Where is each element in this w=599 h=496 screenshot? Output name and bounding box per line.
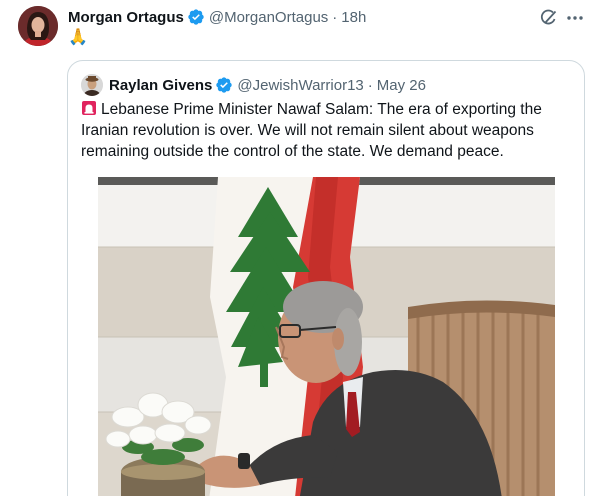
grok-icon[interactable] [539,8,559,28]
quoted-text-content: Lebanese Prime Minister Nawaf Salam: The… [81,101,542,160]
quoted-tweet-image[interactable] [98,177,555,496]
quoted-date[interactable]: May 26 [377,77,426,94]
quoted-author-avatar[interactable] [81,74,103,96]
quoted-tweet[interactable]: Raylan Givens @JewishWarrior13 · May 26 … [67,60,585,496]
author-name[interactable]: Morgan Ortagus [68,9,184,26]
tweet-text: 🙏 [68,29,88,46]
quoted-author-name[interactable]: Raylan Givens [109,77,212,94]
siren-icon [81,100,97,116]
quoted-author-handle[interactable]: @JewishWarrior13 [237,77,363,94]
tweet[interactable]: Morgan Ortagus @MorganOrtagus · 18h 🙏 Ra… [0,0,599,496]
quoted-tweet-text: Lebanese Prime Minister Nawaf Salam: The… [81,99,571,162]
separator: · [332,8,338,26]
quoted-tweet-header: Raylan Givens @JewishWarrior13 · May 26 [109,75,426,95]
verified-badge-icon[interactable] [187,8,205,26]
verified-badge-icon[interactable] [215,76,233,94]
author-handle[interactable]: @MorganOrtagus [209,9,328,26]
separator: · [367,76,373,94]
tweet-header: Morgan Ortagus @MorganOrtagus · 18h [68,7,366,27]
timestamp[interactable]: 18h [341,9,366,26]
more-options-icon[interactable] [565,8,585,28]
author-avatar[interactable] [18,6,58,46]
